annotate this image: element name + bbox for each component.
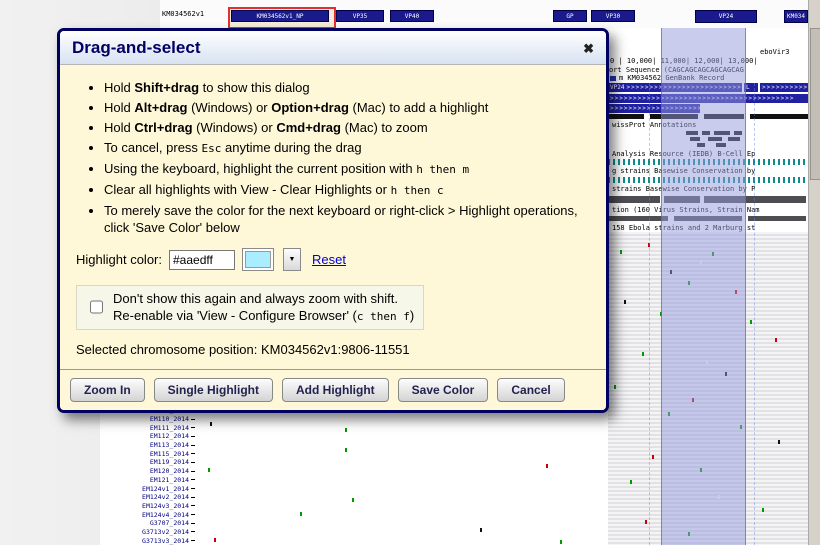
single-highlight-button[interactable]: Single Highlight [154,378,273,402]
dialog-bullet: Hold Shift+drag to show this dialog [104,79,590,96]
gene-track-l-box[interactable]: L [744,83,758,92]
sequence-name[interactable]: G3713v3_2014 [100,536,195,545]
alignment-tick [352,498,354,502]
dont-show-line2-pre: Re-enable via 'View - Configure Browser'… [113,308,357,323]
drag-select-dialog: Drag-and-select ✖ Hold Shift+drag to sho… [57,28,609,413]
alignment-tick [300,512,302,516]
gene-vp35[interactable]: VP35 [336,10,384,22]
sequence-name[interactable]: EM113_2014 [100,441,195,450]
dialog-bullet: To merely save the color for the next ke… [104,202,590,236]
alignment-tick [624,300,626,304]
screen: KM034562v1 KM034562v1_NP VP35 VP40 GP VP… [0,0,820,545]
reset-link[interactable]: Reset [312,252,346,267]
gene-boundary-guide [649,83,650,545]
cancel-button[interactable]: Cancel [497,378,564,402]
sequence-name[interactable]: EM115_2014 [100,449,195,458]
genbank-item-box[interactable] [610,76,616,81]
alignment-tick [214,538,216,542]
dialog-title: Drag-and-select [72,38,200,58]
alignment-tick [645,520,647,524]
alignment-tick [775,338,777,342]
dialog-bullet: Hold Ctrl+drag (Windows) or Cmd+drag (Ma… [104,119,590,136]
alignment-tick [210,422,212,426]
sequence-name[interactable]: EM121_2014 [100,476,195,485]
color-picker[interactable] [242,248,274,271]
color-swatch[interactable] [245,251,271,268]
sequence-name-list: EM106_2014EM110_2014EM111_2014EM112_2014… [100,406,195,545]
alignment-tick [620,250,622,254]
dialog-bullet: Clear all highlights with View - Clear H… [104,181,590,199]
dont-show-checkbox[interactable] [90,292,103,322]
dialog-button-bar: Zoom In Single Highlight Add Highlight Save… [60,369,606,410]
alignment-tick [630,480,632,484]
color-dropdown-button[interactable]: ▼ [283,248,301,271]
sequence-name[interactable]: EM124v1_2014 [100,484,195,493]
track-segment [608,114,644,119]
sequence-name[interactable]: EM124v2_2014 [100,493,195,502]
gene-np[interactable]: KM034562v1_NP [231,10,329,22]
save-color-button[interactable]: Save Color [398,378,489,402]
alignment-tick [560,540,562,544]
alignment-tick [345,428,347,432]
existing-highlight-band[interactable] [661,28,746,545]
dialog-bullet: Hold Alt+drag (Windows) or Option+drag (… [104,99,590,116]
alignment-tick [614,385,616,389]
dialog-bullet-list: Hold Shift+drag to show this dialog Hold … [82,79,590,236]
dont-show-text: Don't show this again and always zoom wi… [113,290,414,325]
vertical-scrollbar[interactable] [808,0,820,545]
alignment-tick [762,508,764,512]
alignment-tick [778,440,780,444]
selected-position-text: Selected chromosome position: KM034562v1… [76,342,590,357]
alignment-tick [208,468,210,472]
track-segment [748,216,806,221]
reference-label: KM034562v1 [162,10,204,18]
track-segment [608,216,668,221]
scrollbar-thumb[interactable] [810,28,820,180]
sequence-name[interactable]: EM120_2014 [100,467,195,476]
dont-show-box: Don't show this again and always zoom wi… [76,285,424,330]
highlight-color-input[interactable] [169,250,235,270]
selected-gene-box[interactable]: KM034562v1_NP [228,7,336,29]
sequence-name[interactable]: EM110_2014 [100,415,195,424]
gene-vp30[interactable]: VP30 [591,10,635,22]
alignment-tick [345,448,347,452]
sequence-name[interactable]: EM112_2014 [100,432,195,441]
alignment-tick [642,352,644,356]
assembly-label: eboVir3 [760,48,790,56]
alignment-tick [480,528,482,532]
close-icon[interactable]: ✖ [583,42,594,55]
dont-show-line2-post: ) [410,308,414,323]
gene-vp24[interactable]: VP24 [695,10,757,23]
sequence-name[interactable]: EM124v3_2014 [100,502,195,511]
highlight-color-label: Highlight color: [76,252,162,267]
gene-vp40[interactable]: VP40 [390,10,434,22]
dont-show-line1: Don't show this again and always zoom wi… [113,291,398,306]
track-segment [750,114,808,119]
dialog-bullet: To cancel, press Esc anytime during the … [104,139,590,157]
dialog-body: Hold Shift+drag to show this dialog Hold … [60,65,606,357]
sequence-name[interactable]: EM111_2014 [100,423,195,432]
sequence-name[interactable]: EM124v4_2014 [100,510,195,519]
zoom-in-button[interactable]: Zoom In [70,378,145,402]
alignment-tick [750,320,752,324]
dialog-titlebar[interactable]: Drag-and-select ✖ [60,31,606,65]
sequence-name[interactable]: G3713v2_2014 [100,528,195,537]
alignment-tick [652,455,654,459]
track-segment [608,196,660,203]
highlight-color-row: Highlight color: ▼ Reset [76,248,590,271]
sequence-name[interactable]: EM119_2014 [100,458,195,467]
add-highlight-button[interactable]: Add Highlight [282,378,389,402]
gene-boundary-guide [754,83,755,545]
gene-track-l-arrows: >>>>>>>>>>>>>>>>>>>>>>>>>>>>>>>>>>>>>>>> [760,83,808,92]
gene-gp[interactable]: GP [553,10,587,22]
sequence-name[interactable]: G3707_2014 [100,519,195,528]
chevron-down-icon: ▼ [289,256,296,263]
dont-show-line2-code: c then f [357,310,410,323]
gene-right-partial[interactable]: KM034 [784,10,808,23]
alignment-tick [546,464,548,468]
dialog-bullet: Using the keyboard, highlight the curren… [104,160,590,178]
